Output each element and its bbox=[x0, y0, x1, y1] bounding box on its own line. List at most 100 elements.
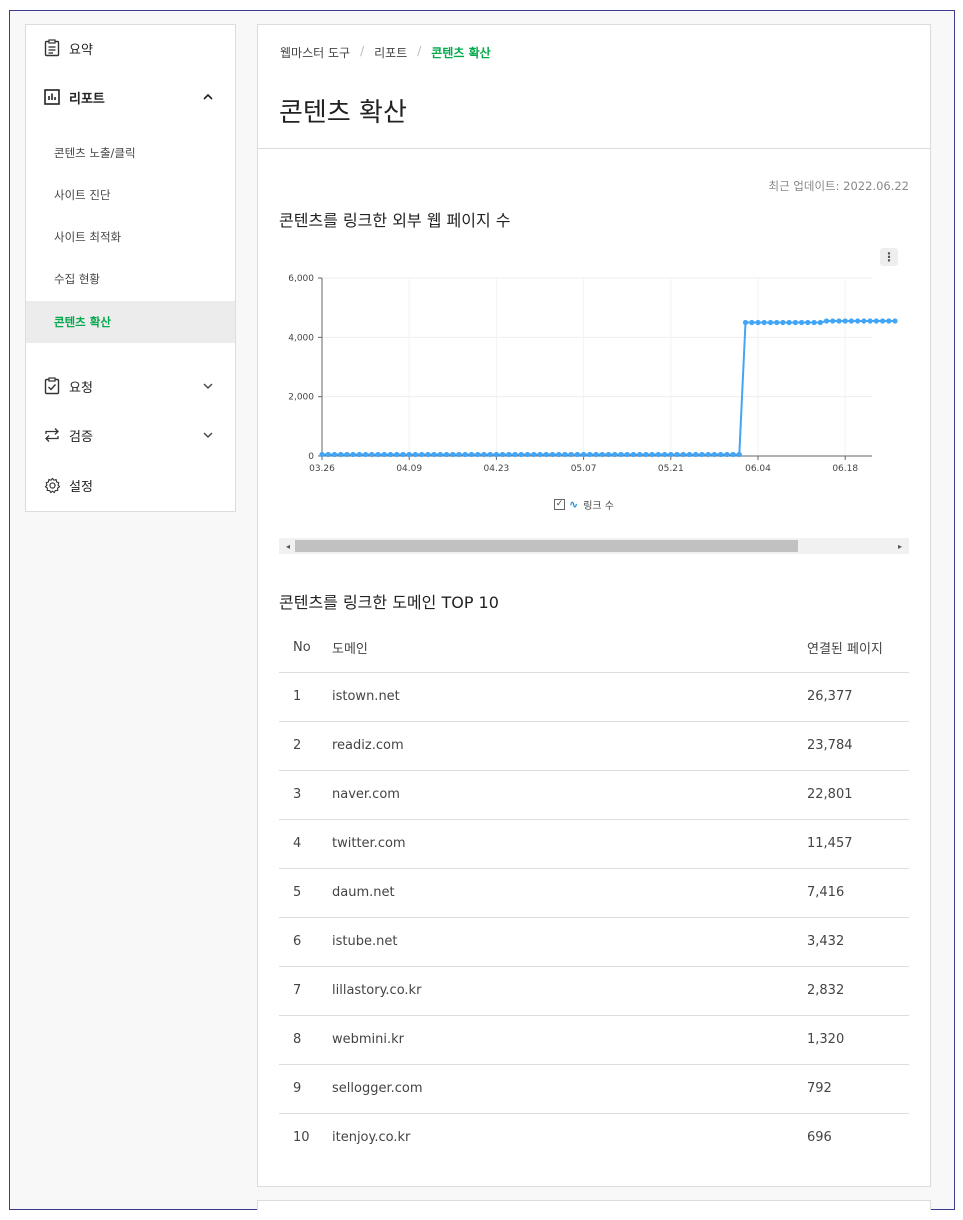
data-point bbox=[668, 451, 674, 458]
data-point bbox=[637, 451, 643, 458]
table-row: 2 readiz.com 23,784 bbox=[279, 721, 909, 771]
breadcrumb-item[interactable]: 리포트 bbox=[374, 44, 407, 61]
breadcrumb-item[interactable]: 웹마스터 도구 bbox=[280, 44, 350, 61]
sidebar-subitem-site-diagnosis[interactable]: 사이트 진단 bbox=[26, 174, 235, 216]
sidebar: 요약 리포트 콘텐츠 노출/클릭 사이트 진단 사이트 최적화 수집 현황 콘텐… bbox=[25, 24, 236, 512]
sidebar-subitem-content-spread[interactable]: 콘텐츠 확산 bbox=[26, 301, 235, 343]
x-tick-label: 03.26 bbox=[309, 464, 335, 474]
data-point bbox=[649, 451, 655, 458]
last-updated: 최근 업데이트: 2022.06.22 bbox=[768, 179, 909, 193]
data-point bbox=[711, 451, 717, 458]
data-point bbox=[686, 451, 693, 458]
data-point bbox=[792, 319, 799, 326]
data-point bbox=[855, 318, 861, 324]
chevron-up-icon[interactable] bbox=[201, 90, 215, 104]
cell-domain: istown.net bbox=[332, 672, 807, 722]
cell-pages: 2,832 bbox=[807, 966, 909, 1016]
cell-domain: webmini.kr bbox=[332, 1015, 807, 1065]
data-point bbox=[574, 451, 580, 458]
data-point bbox=[674, 451, 680, 458]
column-header-no: No bbox=[279, 624, 332, 673]
cell-domain: readiz.com bbox=[332, 721, 807, 771]
chevron-down-icon[interactable] bbox=[201, 379, 215, 393]
cell-domain: sellogger.com bbox=[332, 1064, 807, 1114]
data-point bbox=[487, 451, 493, 458]
table-row: 4 twitter.com 11,457 bbox=[279, 819, 909, 869]
legend-label: 링크 수 bbox=[583, 501, 614, 512]
y-tick-label: 6,000 bbox=[288, 274, 314, 284]
data-point bbox=[363, 451, 369, 458]
data-point bbox=[506, 451, 512, 458]
cell-no: 10 bbox=[293, 1130, 310, 1146]
sidebar-item-settings[interactable]: 설정 bbox=[26, 465, 235, 505]
data-point bbox=[437, 451, 443, 458]
table-row: 5 daum.net 7,416 bbox=[279, 868, 909, 918]
data-point bbox=[462, 451, 468, 458]
data-point bbox=[537, 451, 543, 458]
legend-checkbox[interactable]: ✓ bbox=[554, 499, 565, 510]
data-point bbox=[836, 318, 842, 324]
chart-menu-button[interactable]: ⋮ bbox=[880, 248, 898, 266]
bar-chart-icon bbox=[43, 88, 61, 106]
y-axis: 0 2,000 4,000 6,000 bbox=[288, 274, 323, 462]
cell-domain: twitter.com bbox=[332, 819, 807, 869]
data-point bbox=[680, 451, 686, 458]
sidebar-subitem-crawl-status[interactable]: 수집 현황 bbox=[26, 258, 235, 300]
series-line bbox=[322, 320, 895, 456]
data-point bbox=[394, 451, 400, 458]
chart-legend[interactable]: ✓ ∿ 링크 수 bbox=[554, 497, 614, 512]
data-point bbox=[444, 451, 450, 458]
data-point bbox=[618, 451, 624, 458]
legend-line-icon: ∿ bbox=[569, 498, 579, 511]
clipboard-icon bbox=[43, 39, 61, 57]
data-point bbox=[624, 451, 630, 458]
chart-series bbox=[319, 318, 898, 458]
data-point bbox=[325, 451, 331, 458]
scrollbar-thumb[interactable] bbox=[295, 540, 798, 552]
sidebar-item-verify[interactable]: 검증 bbox=[26, 415, 235, 455]
data-point bbox=[599, 451, 605, 458]
data-point bbox=[749, 319, 755, 326]
data-point bbox=[468, 451, 475, 458]
cell-domain: lillastory.co.kr bbox=[332, 966, 807, 1016]
data-point bbox=[369, 451, 375, 458]
data-point bbox=[823, 318, 830, 324]
scroll-right-arrow[interactable]: ▸ bbox=[893, 538, 907, 554]
sidebar-subitem-site-optimization[interactable]: 사이트 최적화 bbox=[26, 216, 235, 258]
data-point bbox=[693, 451, 699, 458]
data-point bbox=[742, 319, 749, 326]
cell-no: 9 bbox=[279, 1064, 332, 1114]
cell-no: 1 bbox=[279, 672, 332, 722]
data-point bbox=[425, 451, 431, 458]
data-point bbox=[662, 451, 668, 458]
data-point bbox=[880, 318, 886, 324]
data-point bbox=[524, 451, 531, 458]
data-point bbox=[848, 318, 855, 324]
sidebar-item-request[interactable]: 요청 bbox=[26, 366, 235, 406]
sidebar-subitem-content-exposure[interactable]: 콘텐츠 노출/클릭 bbox=[26, 132, 235, 174]
swap-icon bbox=[43, 426, 61, 444]
table-row: 7 lillastory.co.kr 2,832 bbox=[279, 966, 909, 1016]
chevron-down-icon[interactable] bbox=[201, 428, 215, 442]
chart-title: 콘텐츠를 링크한 외부 웹 페이지 수 bbox=[279, 211, 511, 230]
sidebar-item-report[interactable]: 리포트 bbox=[26, 77, 235, 117]
scroll-left-arrow[interactable]: ◂ bbox=[281, 538, 295, 554]
data-point bbox=[830, 318, 836, 324]
data-point bbox=[556, 451, 562, 458]
y-tick-label: 4,000 bbox=[288, 333, 314, 343]
x-tick-label: 04.09 bbox=[396, 464, 422, 474]
cell-no: 7 bbox=[279, 966, 332, 1016]
y-tick-label: 2,000 bbox=[288, 393, 314, 403]
chart-scrollbar[interactable]: ◂ ▸ bbox=[279, 538, 909, 554]
table-row: 1 istown.net 26,377 bbox=[279, 672, 909, 722]
sidebar-item-summary[interactable]: 요약 bbox=[26, 28, 235, 68]
y-tick-label: 0 bbox=[308, 452, 314, 462]
main-panel: 웹마스터 도구 / 리포트 / 콘텐츠 확산 콘텐츠 확산 최근 업데이트: 2… bbox=[257, 24, 931, 1187]
data-point bbox=[431, 451, 437, 458]
cell-pages: 22,801 bbox=[807, 770, 909, 820]
data-point bbox=[456, 451, 462, 458]
chart-grid bbox=[321, 277, 872, 457]
data-point bbox=[344, 451, 350, 458]
data-point bbox=[867, 318, 873, 324]
data-point bbox=[356, 451, 362, 458]
